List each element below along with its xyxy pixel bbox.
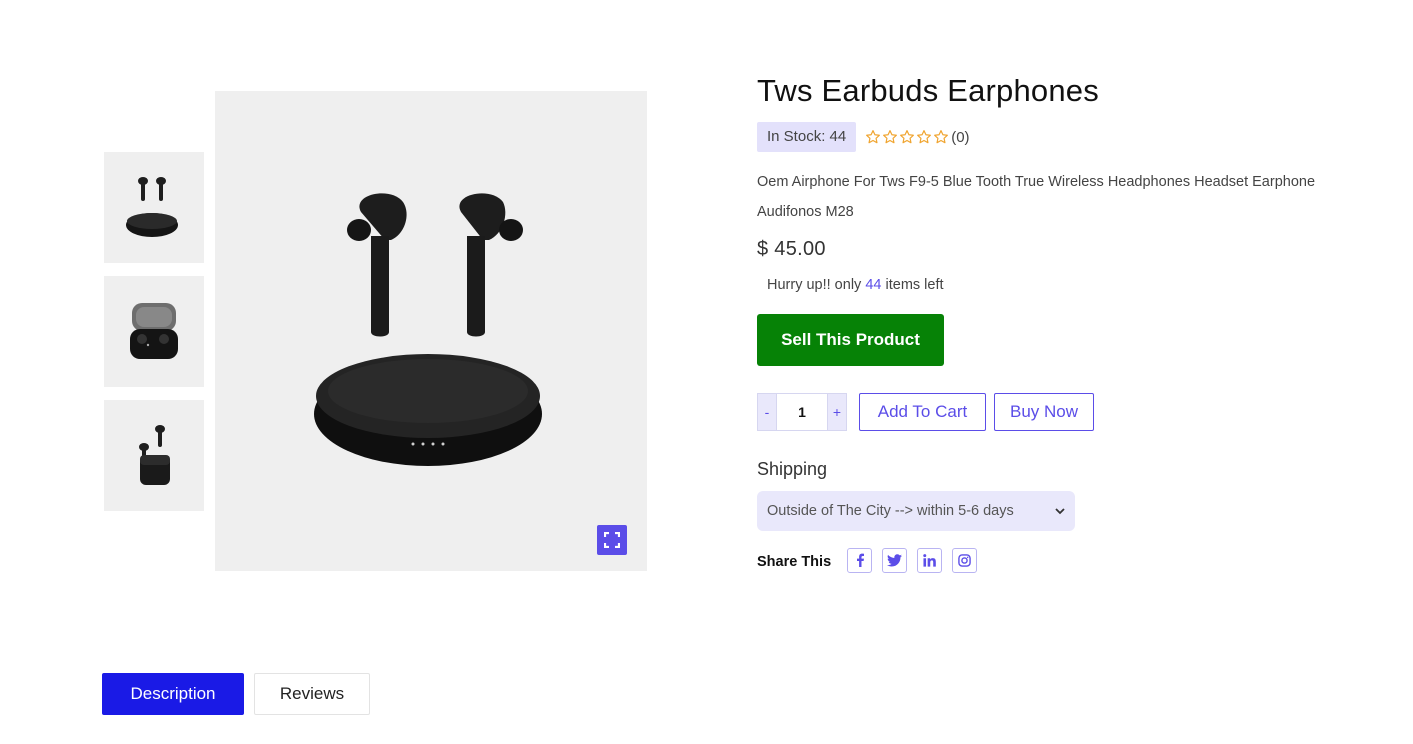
product-title: Tws Earbuds Earphones <box>757 73 1099 108</box>
share-row: Share This <box>757 547 1377 573</box>
quantity-stepper: - + <box>757 393 847 431</box>
earbuds-image <box>126 176 178 237</box>
open-case-image <box>130 302 178 359</box>
stock-badge: In Stock: 44 <box>757 122 857 152</box>
star-icon <box>900 130 915 144</box>
shipping-selected-value: Outside of The City --> within 5-6 days <box>767 503 1014 519</box>
share-label: Share This <box>757 554 832 570</box>
product-description: Oem Airphone For Tws F9-5 Blue Tooth Tru… <box>757 174 1316 220</box>
expand-icon <box>604 532 620 548</box>
product-info: Tws Earbuds Earphones In Stock: 44 (0) O… <box>757 72 1377 573</box>
product-tabs: Description Reviews <box>102 673 370 715</box>
hurry-suffix: items left <box>885 277 944 293</box>
cart-row: - + Add To Cart Buy Now <box>757 393 1377 431</box>
star-icon <box>883 130 898 144</box>
star-icon <box>934 130 949 144</box>
star-icon <box>866 130 881 144</box>
shipping-select[interactable]: Outside of The City --> within 5-6 days <box>757 491 1075 531</box>
twitter-icon <box>887 553 903 566</box>
quantity-decrease-button[interactable]: - <box>758 394 776 430</box>
earbuds-product-image <box>314 193 542 466</box>
fullscreen-button[interactable] <box>597 525 627 555</box>
thumbnail-list <box>104 152 204 524</box>
instagram-share-button[interactable] <box>952 547 978 573</box>
hurry-count: 44 <box>865 277 882 293</box>
linkedin-icon <box>923 553 936 567</box>
thumbnail-stem-case[interactable] <box>104 400 204 511</box>
facebook-icon <box>856 553 864 567</box>
tab-reviews[interactable]: Reviews <box>254 673 370 715</box>
quantity-increase-button[interactable]: + <box>828 394 846 430</box>
linkedin-share-button[interactable] <box>917 547 943 573</box>
shipping-label: Shipping <box>757 459 828 479</box>
thumbnail-open-case[interactable] <box>104 276 204 387</box>
hurry-prefix: Hurry up!! only <box>767 277 862 293</box>
stock-urgency-text: Hurry up!! only 44 items left <box>767 275 1377 295</box>
facebook-share-button[interactable] <box>847 547 873 573</box>
thumbnail-earbuds-case[interactable] <box>104 152 204 263</box>
tab-description[interactable]: Description <box>102 673 244 715</box>
review-count[interactable]: (0) <box>951 129 969 146</box>
add-to-cart-button[interactable]: Add To Cart <box>859 393 986 431</box>
quantity-input[interactable] <box>776 394 828 430</box>
instagram-icon <box>958 553 971 567</box>
twitter-share-button[interactable] <box>882 547 908 573</box>
stock-rating-row: In Stock: 44 (0) <box>757 122 1377 152</box>
sell-this-product-button[interactable]: Sell This Product <box>757 314 944 366</box>
star-icon <box>917 130 932 144</box>
product-price: $ 45.00 <box>757 238 826 260</box>
stem-case-image <box>139 424 170 485</box>
rating-stars <box>865 129 950 145</box>
buy-now-button[interactable]: Buy Now <box>994 393 1094 431</box>
chevron-down-icon <box>1055 507 1065 514</box>
main-product-image <box>215 91 647 571</box>
